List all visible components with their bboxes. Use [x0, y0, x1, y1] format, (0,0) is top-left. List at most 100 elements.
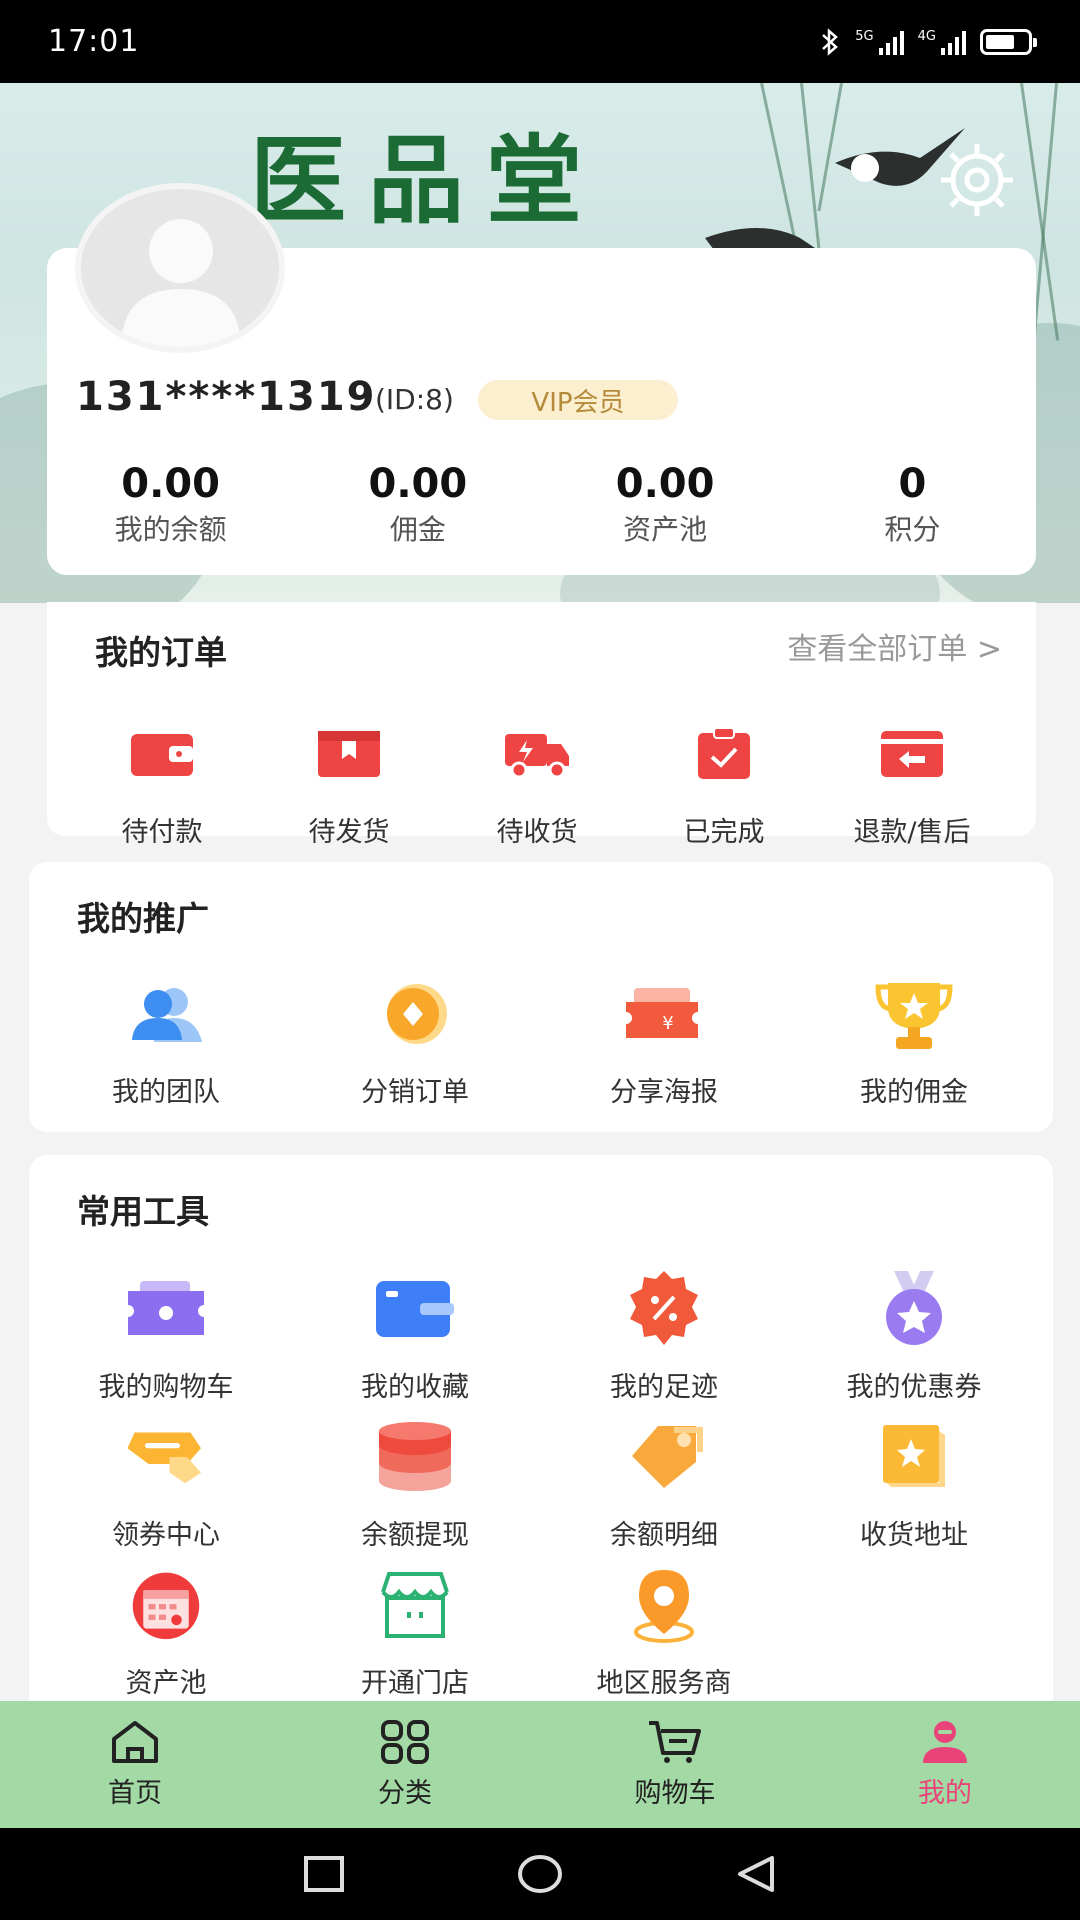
order-pending-payment[interactable]: 待付款 [67, 712, 257, 849]
nav-label: 分类 [378, 1778, 432, 1809]
status-bar: 17:01 5G 4G [0, 0, 1080, 83]
stat-value: 0.00 [121, 461, 220, 507]
promo-distribution-orders[interactable]: 分销订单 [315, 972, 515, 1109]
tag-icon [622, 1415, 706, 1499]
avatar[interactable] [75, 183, 285, 353]
coin-stack-icon [373, 1415, 457, 1499]
promo-team[interactable]: 我的团队 [66, 972, 266, 1109]
tool-asset-pool[interactable]: 资产池 [66, 1563, 266, 1700]
box-icon [307, 712, 391, 796]
tool-cart[interactable]: 我的购物车 [66, 1267, 266, 1404]
orders-card: 我的订单 查看全部订单 > 待付款 待发货 待收货 已完成 退款/售后 [47, 602, 1036, 848]
tool-footprints[interactable]: 我的足迹 [564, 1267, 764, 1404]
stat-label: 佣金 [389, 513, 446, 546]
tool-label: 我的优惠券 [846, 1372, 982, 1403]
coupon-icon [124, 1415, 208, 1499]
order-label: 待收货 [496, 817, 578, 848]
tool-label: 地区服务商 [596, 1668, 732, 1699]
gear-icon[interactable] [935, 138, 1019, 222]
promo-label: 分享海报 [610, 1077, 718, 1108]
back-icon[interactable] [734, 1854, 778, 1894]
stat-asset-pool[interactable]: 0.00 资产池 [542, 458, 789, 550]
location-pin-icon [622, 1563, 706, 1647]
tool-label: 我的购物车 [98, 1372, 234, 1403]
order-completed[interactable]: 已完成 [629, 712, 819, 849]
nav-category[interactable]: 分类 [270, 1701, 540, 1828]
status-icons: 5G 4G [819, 27, 1037, 57]
stat-balance[interactable]: 0.00 我的余额 [47, 458, 294, 550]
home-icon [112, 1721, 158, 1763]
nav-home[interactable]: 首页 [0, 1701, 270, 1828]
stat-label: 积分 [884, 513, 941, 546]
view-all-orders-link[interactable]: 查看全部订单 > [787, 624, 1002, 668]
nav-label: 购物车 [634, 1778, 716, 1809]
home-circle-icon[interactable] [516, 1854, 564, 1894]
tool-label: 收货地址 [860, 1520, 968, 1551]
coin-icon [373, 972, 457, 1056]
trophy-icon [872, 972, 956, 1056]
order-pending-shipment[interactable]: 待发货 [254, 712, 444, 849]
clipboard-check-icon [682, 712, 766, 796]
promo-label: 分销订单 [361, 1077, 469, 1108]
stat-commission[interactable]: 0.00 佣金 [294, 458, 541, 550]
wallet-blue-icon [373, 1267, 457, 1351]
stat-points[interactable]: 0 积分 [789, 458, 1036, 550]
tool-label: 我的足迹 [610, 1372, 718, 1403]
brand-title: 医品堂 [250, 124, 604, 237]
user-icon [923, 1721, 967, 1763]
order-pending-receipt[interactable]: 待收货 [442, 712, 632, 849]
svg-text:¥: ¥ [662, 1013, 673, 1034]
grid-icon [381, 1720, 429, 1764]
nav-label: 我的 [918, 1778, 972, 1809]
discount-badge-icon [622, 1267, 706, 1351]
stat-value: 0 [898, 461, 927, 507]
calendar-icon [124, 1563, 208, 1647]
team-icon [124, 972, 208, 1056]
nav-cart[interactable]: 购物车 [540, 1701, 810, 1828]
cart-icon [649, 1721, 701, 1763]
stat-label: 资产池 [623, 513, 708, 546]
promo-share-poster[interactable]: ¥ 分享海报 [564, 972, 764, 1109]
nav-label: 首页 [108, 1778, 162, 1809]
tool-coupons[interactable]: 我的优惠券 [814, 1267, 1014, 1404]
recents-icon[interactable] [302, 1854, 346, 1894]
tool-address[interactable]: 收货地址 [814, 1415, 1014, 1552]
nav-mine[interactable]: 我的 [810, 1701, 1080, 1828]
promo-label: 我的佣金 [860, 1077, 968, 1108]
bottom-nav: 首页 分类 购物车 我的 [0, 1701, 1080, 1828]
system-nav-bar [0, 1828, 1080, 1920]
tool-label: 余额提现 [361, 1520, 469, 1551]
tool-label: 我的收藏 [361, 1372, 469, 1403]
truck-icon [495, 712, 579, 796]
signal-4g-icon: 4G [918, 29, 966, 55]
tool-label: 余额明细 [610, 1520, 718, 1551]
order-label: 待发货 [308, 817, 390, 848]
tool-balance-detail[interactable]: 余额明细 [564, 1415, 764, 1552]
store-icon [373, 1563, 457, 1647]
tool-open-store[interactable]: 开通门店 [315, 1563, 515, 1700]
tool-withdraw[interactable]: 余额提现 [315, 1415, 515, 1552]
ticket-icon: ¥ [622, 972, 706, 1056]
profile-stats: 0.00 我的余额 0.00 佣金 0.00 资产池 0 积分 [47, 458, 1036, 550]
stat-value: 0.00 [615, 461, 715, 507]
signal-5g-icon: 5G [855, 29, 904, 55]
tool-regional-provider[interactable]: 地区服务商 [564, 1563, 764, 1700]
user-phone: 131****1319 [76, 374, 377, 420]
tools-card: 常用工具 我的购物车 我的收藏 我的足迹 我的优惠券 领券中心 余额提现 余额明… [29, 1155, 1053, 1715]
order-label: 退款/售后 [853, 817, 971, 848]
tool-label: 领券中心 [112, 1520, 220, 1551]
order-label: 已完成 [683, 817, 765, 848]
stat-value: 0.00 [368, 461, 468, 507]
order-refund[interactable]: 退款/售后 [817, 712, 1007, 849]
ticket-purple-icon [124, 1267, 208, 1351]
tool-coupon-center[interactable]: 领券中心 [66, 1415, 266, 1552]
bluetooth-icon [822, 27, 839, 56]
wallet-icon [120, 712, 204, 796]
promo-my-commission[interactable]: 我的佣金 [814, 972, 1014, 1109]
promotion-title: 我的推广 [77, 899, 209, 938]
vip-badge: VIP会员 [478, 380, 678, 420]
tool-favorites[interactable]: 我的收藏 [315, 1267, 515, 1404]
orders-title: 我的订单 [95, 633, 227, 672]
status-time: 17:01 [48, 24, 140, 59]
star-card-icon [872, 1415, 956, 1499]
